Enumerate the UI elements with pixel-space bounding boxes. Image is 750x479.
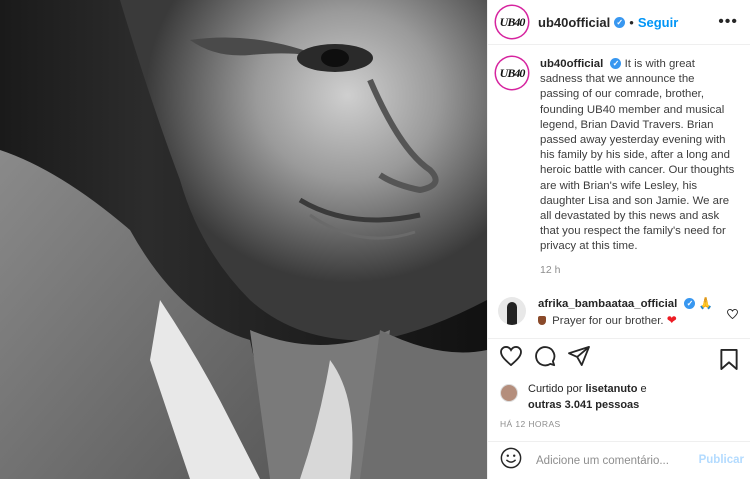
caption-time[interactable]: 12 h — [540, 264, 740, 276]
share-icon[interactable] — [568, 346, 590, 371]
author-avatar[interactable]: UB40 — [498, 8, 526, 36]
instagram-post: UB40 ub40official ✓ • Seguir ••• UB40 ub… — [0, 0, 750, 479]
commenter-username[interactable]: afrika_bambaataa_official — [538, 298, 677, 310]
comment-icon[interactable] — [534, 345, 556, 372]
portrait-image — [0, 0, 487, 479]
post-timestamp[interactable]: HÁ 12 HORAS — [488, 413, 750, 441]
comment-text: Prayer for our brother. — [552, 314, 664, 327]
caption-text: It is with great sadness that we announc… — [540, 58, 735, 253]
comments-list: UB40 ub40official ✓ It is with great sad… — [488, 45, 750, 338]
caption-avatar[interactable]: UB40 — [498, 59, 526, 87]
praying-hands-icon: 🙏 — [698, 297, 713, 310]
follow-button[interactable]: Seguir — [638, 15, 678, 30]
likes-summary: Curtido por lisetanuto e outras 3.041 pe… — [488, 378, 750, 413]
heart-icon[interactable] — [500, 345, 522, 371]
avatar-logo: UB40 — [499, 14, 526, 29]
post-caption: UB40 ub40official ✓ It is with great sad… — [498, 57, 740, 255]
liker-avatar[interactable] — [500, 384, 518, 402]
bookmark-icon[interactable] — [720, 349, 738, 375]
verified-badge-icon: ✓ — [614, 16, 626, 28]
comment-like-icon[interactable] — [727, 306, 738, 324]
likes-prefix: Curtido por — [528, 383, 583, 395]
red-heart-icon: ❤ — [666, 312, 677, 327]
shield-icon — [538, 316, 546, 326]
publish-button[interactable]: Publicar — [699, 454, 744, 466]
likes-conjunction: e — [640, 383, 647, 395]
emoji-icon[interactable] — [500, 447, 522, 474]
add-comment-bar: Publicar — [488, 441, 750, 479]
verified-badge-icon: ✓ — [610, 58, 622, 70]
commenter-avatar[interactable] — [498, 296, 526, 325]
verified-badge-icon: ✓ — [684, 298, 696, 310]
likes-others-link[interactable]: outras 3.041 pessoas — [528, 399, 639, 411]
author-username[interactable]: ub40official — [538, 15, 610, 30]
avatar-logo: UB40 — [499, 65, 526, 80]
comment-input[interactable] — [534, 453, 683, 468]
comment-text-block: afrika_bambaataa_official ✓ 🙏 Prayer for… — [538, 296, 718, 329]
likes-text: Curtido por lisetanuto e outras 3.041 pe… — [528, 382, 647, 413]
post-side-panel: UB40 ub40official ✓ • Seguir ••• UB40 ub… — [487, 0, 750, 479]
caption-username[interactable]: ub40official — [540, 58, 603, 70]
more-options-icon[interactable]: ••• — [718, 13, 738, 31]
post-header: UB40 ub40official ✓ • Seguir ••• — [488, 0, 750, 45]
caption-text-block: ub40official ✓ It is with great sadness … — [540, 57, 736, 255]
liker-username[interactable]: lisetanuto — [585, 383, 637, 395]
comment-item: afrika_bambaataa_official ✓ 🙏 Prayer for… — [498, 296, 740, 329]
post-photo[interactable] — [0, 0, 487, 479]
action-bar — [488, 338, 750, 378]
separator-dot: • — [629, 14, 634, 30]
